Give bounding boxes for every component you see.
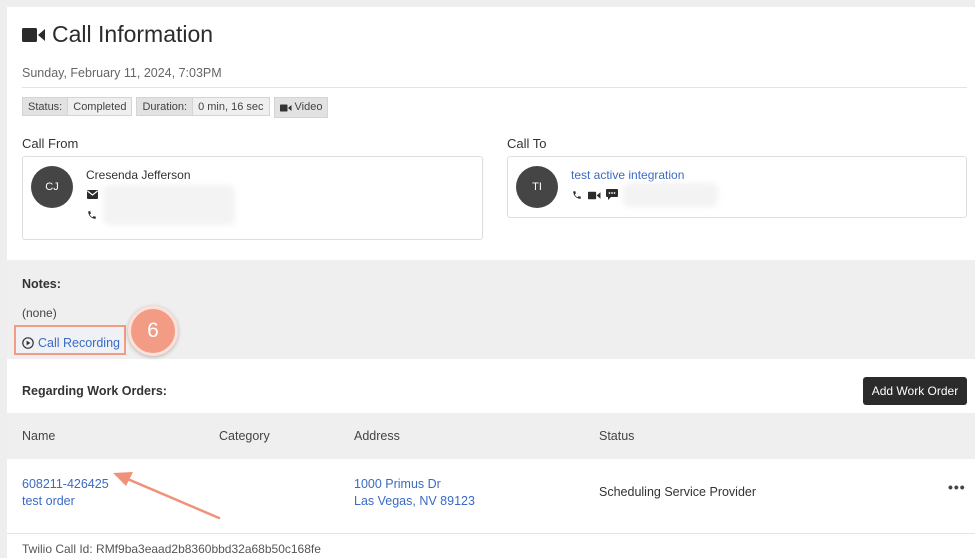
redacted-contact-info: [103, 185, 235, 225]
notes-label: Notes:: [22, 277, 61, 291]
redacted-contact-info: [623, 183, 718, 207]
column-header-category: Category: [219, 429, 270, 443]
call-datetime: Sunday, February 11, 2024, 7:03PM: [22, 66, 222, 80]
video-icon: [279, 104, 292, 111]
play-circle-icon: [22, 337, 34, 349]
annotation-arrow: [113, 472, 221, 520]
phone-icon: [88, 211, 96, 219]
call-to-label: Call To: [507, 136, 547, 151]
work-orders-table-header: Name Category Address Status: [7, 413, 975, 459]
work-orders-title: Regarding Work Orders:: [22, 384, 167, 398]
work-order-id-link[interactable]: 608211-426425: [22, 476, 109, 493]
duration-badge-value: 0 min, 16 sec: [193, 97, 270, 116]
call-recording-label: Call Recording: [38, 336, 120, 350]
duration-badge-label: Duration:: [136, 97, 194, 116]
work-order-status: Scheduling Service Provider: [599, 485, 757, 499]
phone-icon: [573, 191, 581, 199]
call-from-label: Call From: [22, 136, 79, 151]
chat-icon: [606, 189, 618, 200]
work-order-name-link[interactable]: test order: [22, 493, 75, 510]
video-icon: [588, 191, 601, 200]
call-type-label: Video: [294, 101, 323, 113]
avatar: CJ: [31, 166, 73, 208]
caller-name: Cresenda Jefferson: [86, 168, 191, 182]
call-from-card: CJ Cresenda Jefferson: [22, 156, 483, 240]
column-header-address: Address: [354, 429, 400, 443]
envelope-icon: [87, 190, 98, 199]
call-recording-link[interactable]: Call Recording: [22, 336, 120, 350]
divider: [22, 87, 967, 88]
ellipsis-icon[interactable]: •••: [948, 479, 966, 495]
call-id: Twilio Call Id: RMf9ba3eaad2b8360bbd32a6…: [22, 542, 321, 556]
call-type-badge: Video: [273, 97, 329, 118]
notes-value: (none): [22, 306, 57, 320]
status-badge-label: Status:: [22, 97, 69, 116]
duration-badge: Duration: 0 min, 16 sec: [136, 97, 270, 116]
add-work-order-button[interactable]: Add Work Order: [863, 377, 967, 405]
column-header-name: Name: [22, 429, 56, 443]
status-badge-value: Completed: [68, 97, 133, 116]
callee-name-link[interactable]: test active integration: [571, 168, 684, 182]
address-line1-link[interactable]: 1000 Primus Dr: [354, 476, 441, 493]
video-icon: [22, 27, 45, 42]
avatar: TI: [516, 166, 558, 208]
page-title-text: Call Information: [52, 21, 214, 47]
column-header-status: Status: [599, 429, 635, 443]
call-badges: Status: Completed Duration: 0 min, 16 se…: [22, 97, 329, 118]
call-to-card: TI test active integration: [507, 156, 967, 218]
address-line2-link[interactable]: Las Vegas, NV 89123: [354, 493, 475, 510]
step-number-badge: 6: [128, 306, 178, 356]
status-badge: Status: Completed: [22, 97, 133, 116]
page-title: Call Information: [22, 21, 213, 48]
call-information-panel: Call Information Sunday, February 11, 20…: [7, 7, 975, 558]
